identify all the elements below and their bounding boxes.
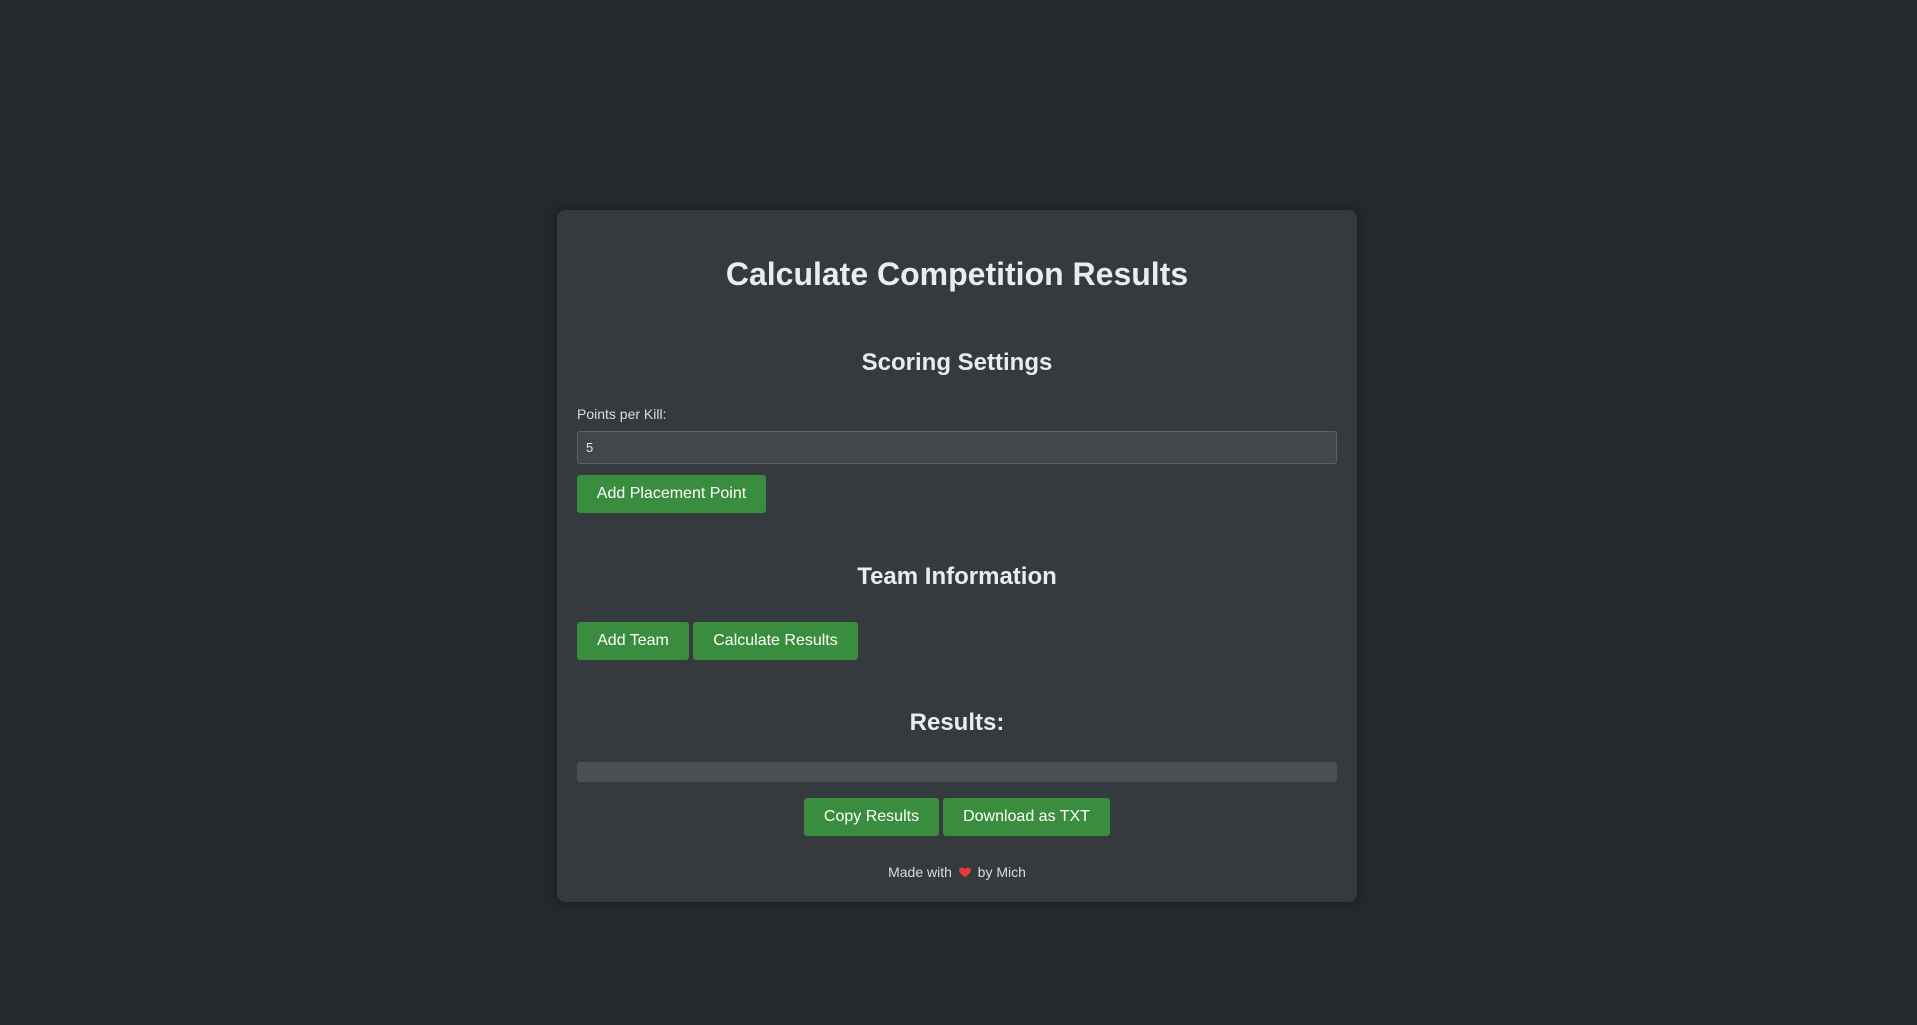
points-per-kill-input[interactable]: 5 <box>577 431 1337 464</box>
footer: Made with by Mich <box>557 864 1357 880</box>
calculate-results-button[interactable]: Calculate Results <box>693 622 858 660</box>
add-placement-point-button[interactable]: Add Placement Point <box>577 475 766 513</box>
points-per-kill-label: Points per Kill: <box>577 406 667 422</box>
results-heading: Results: <box>909 709 1005 736</box>
scoring-settings-heading: Scoring Settings <box>861 349 1053 376</box>
add-team-button[interactable]: Add Team <box>577 622 689 660</box>
page-title: Calculate Competition Results <box>725 256 1189 292</box>
results-output <box>577 762 1337 782</box>
copy-results-button[interactable]: Copy Results <box>804 798 939 836</box>
footer-suffix: by Mich <box>977 864 1026 880</box>
download-txt-button[interactable]: Download as TXT <box>943 798 1110 836</box>
footer-prefix: Made with <box>888 864 952 880</box>
heart-icon <box>958 867 971 878</box>
team-information-heading: Team Information <box>857 563 1057 590</box>
main-card: Calculate Competition Results Scoring Se… <box>557 210 1357 902</box>
